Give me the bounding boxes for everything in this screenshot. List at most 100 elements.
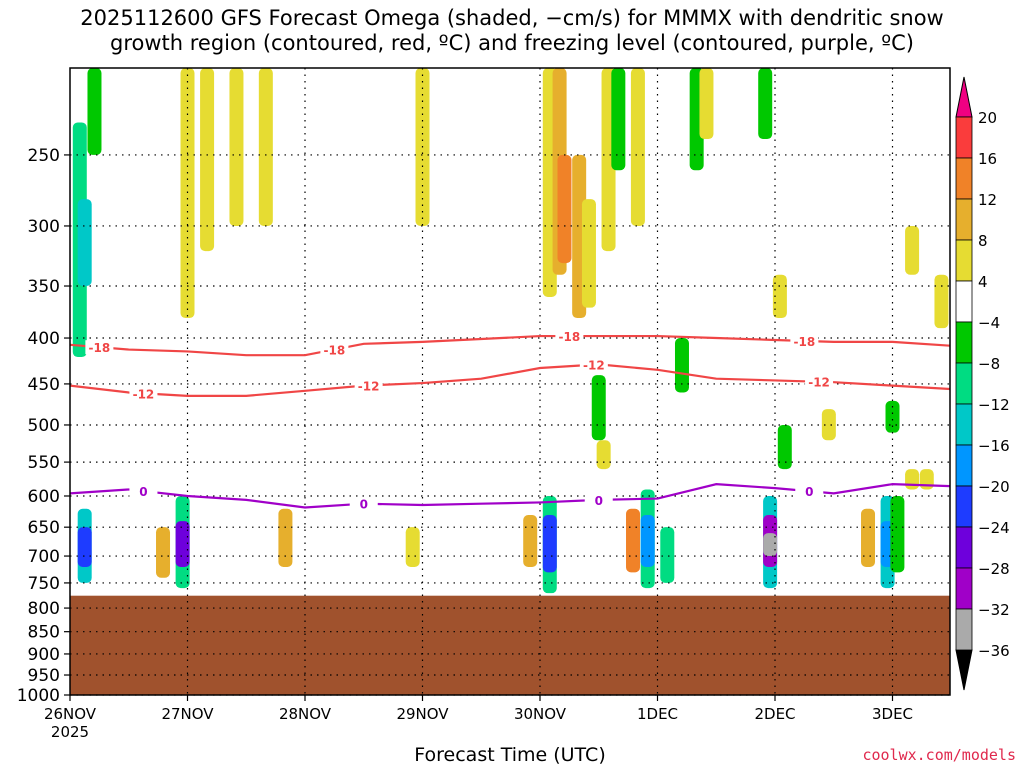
colorbar-segment — [955, 321, 973, 364]
omega-cell — [405, 527, 420, 568]
colorbar-segment — [955, 403, 973, 446]
omega-cell — [258, 68, 273, 226]
omega-cell — [581, 199, 596, 308]
contour-label: -18 — [89, 341, 111, 355]
colorbar-label: −4 — [978, 314, 1000, 332]
y-axis-ticks: 2503003504004505005506006507007508008509… — [17, 146, 70, 706]
colorbar-segment — [955, 198, 973, 241]
x-tick-label: 2DEC — [754, 705, 795, 723]
omega-cell — [278, 508, 293, 568]
colorbar-label: −28 — [978, 560, 1010, 578]
colorbar-label: 20 — [978, 109, 997, 127]
y-tick-label: 400 — [28, 329, 60, 349]
x-tick-label: 29NOV — [396, 705, 449, 723]
terrain-below-ground — [70, 595, 950, 695]
omega-cell — [200, 68, 215, 252]
colorbar-label: −24 — [978, 519, 1010, 537]
y-tick-label: 500 — [28, 416, 60, 436]
y-tick-label: 650 — [28, 518, 60, 538]
omega-cell — [861, 508, 876, 568]
colorbar-segment — [955, 157, 973, 200]
omega-cell — [905, 469, 920, 490]
colorbar-extend-below — [955, 649, 973, 691]
x-axis-ticks: 26NOV 27NOV 28NOV 29NOV 30NOV 1DEC 2DEC 3DEC 202… — [44, 695, 913, 741]
colorbar-label: −36 — [978, 642, 1010, 660]
omega-cell — [890, 495, 905, 573]
contour-label: -12 — [358, 379, 380, 393]
x-tick-label: 26NOV — [44, 705, 97, 723]
colorbar-segment — [955, 239, 973, 282]
omega-cell — [229, 68, 244, 226]
contour-label: 0 — [139, 485, 147, 499]
omega-cell — [557, 154, 572, 264]
omega-cell — [821, 409, 836, 441]
y-tick-label: 900 — [28, 645, 60, 665]
omega-cell — [87, 68, 102, 155]
omega-cell — [175, 521, 190, 568]
omega-cell — [758, 68, 773, 140]
y-tick-label: 950 — [28, 666, 60, 686]
omega-cell — [699, 68, 714, 140]
y-tick-label: 800 — [28, 599, 60, 619]
contour-label: -18 — [324, 344, 346, 358]
omega-cell — [885, 400, 900, 433]
contour-label: 0 — [360, 498, 368, 512]
colorbar-label: 16 — [978, 150, 997, 168]
credit-link[interactable]: coolwx.com/models — [862, 746, 1016, 764]
colorbar-segment — [955, 444, 973, 487]
colorbar-label: −12 — [978, 396, 1010, 414]
colorbar-label: −32 — [978, 601, 1010, 619]
y-tick-label: 600 — [28, 487, 60, 507]
colorbar-label: 12 — [978, 191, 997, 209]
colorbar-segment — [955, 526, 973, 569]
omega-cell — [630, 68, 645, 226]
x-tick-label: 3DEC — [872, 705, 913, 723]
colorbar-label: −8 — [978, 355, 1000, 373]
colorbar-segment — [955, 362, 973, 405]
omega-cell — [596, 440, 611, 470]
contour-label: -12 — [133, 387, 155, 401]
omega-cell — [156, 527, 171, 578]
colorbar-segment — [955, 485, 973, 528]
omega-cell — [626, 508, 641, 573]
colorbar-label: 8 — [978, 232, 988, 250]
omega-cell — [542, 515, 557, 573]
terrain-fill — [70, 595, 950, 695]
colorbar-segment — [955, 608, 973, 651]
omega-cell — [77, 527, 92, 568]
x-year-label: 2025 — [51, 723, 89, 741]
x-tick-label: 30NOV — [514, 705, 567, 723]
x-axis-title: Forecast Time (UTC) — [414, 744, 606, 766]
y-tick-label: 300 — [28, 217, 60, 237]
y-tick-label: 350 — [28, 277, 60, 297]
y-tick-label: 250 — [28, 146, 60, 166]
contour-label: -12 — [808, 376, 830, 390]
omega-cell — [77, 199, 92, 287]
contour-label: -18 — [794, 335, 816, 349]
colorbar: 20 16 12 8 4 −4 −8 −12 −16 −20 −24 −28 −32 −36 — [955, 76, 1010, 691]
colorbar-segment — [955, 567, 973, 610]
x-tick-label: 27NOV — [161, 705, 214, 723]
contour-label: 0 — [595, 494, 603, 508]
y-tick-label: 750 — [28, 574, 60, 594]
omega-cell — [523, 515, 538, 568]
omega-time-height-chart: -18 -18 -18 -18 -12 -12 -12 -12 0 0 0 0 250 300 350 40… — [17, 67, 1010, 741]
x-tick-label: 28NOV — [279, 705, 332, 723]
contour-label: 0 — [805, 485, 813, 499]
omega-cell — [660, 527, 675, 583]
y-tick-label: 1000 — [17, 686, 60, 706]
omega-cell — [934, 274, 949, 329]
colorbar-label: 4 — [978, 273, 988, 291]
y-tick-label: 550 — [28, 453, 60, 473]
colorbar-label: −20 — [978, 478, 1010, 496]
colorbar-label: −16 — [978, 437, 1010, 455]
contour-label: -12 — [583, 359, 605, 373]
x-tick-label: 1DEC — [637, 705, 678, 723]
contour-label: -18 — [559, 330, 581, 344]
omega-cell — [180, 68, 195, 319]
y-tick-label: 450 — [28, 375, 60, 395]
omega-cell — [640, 515, 655, 568]
colorbar-segment — [955, 280, 973, 323]
y-tick-label: 700 — [28, 547, 60, 567]
y-tick-label: 850 — [28, 623, 60, 643]
